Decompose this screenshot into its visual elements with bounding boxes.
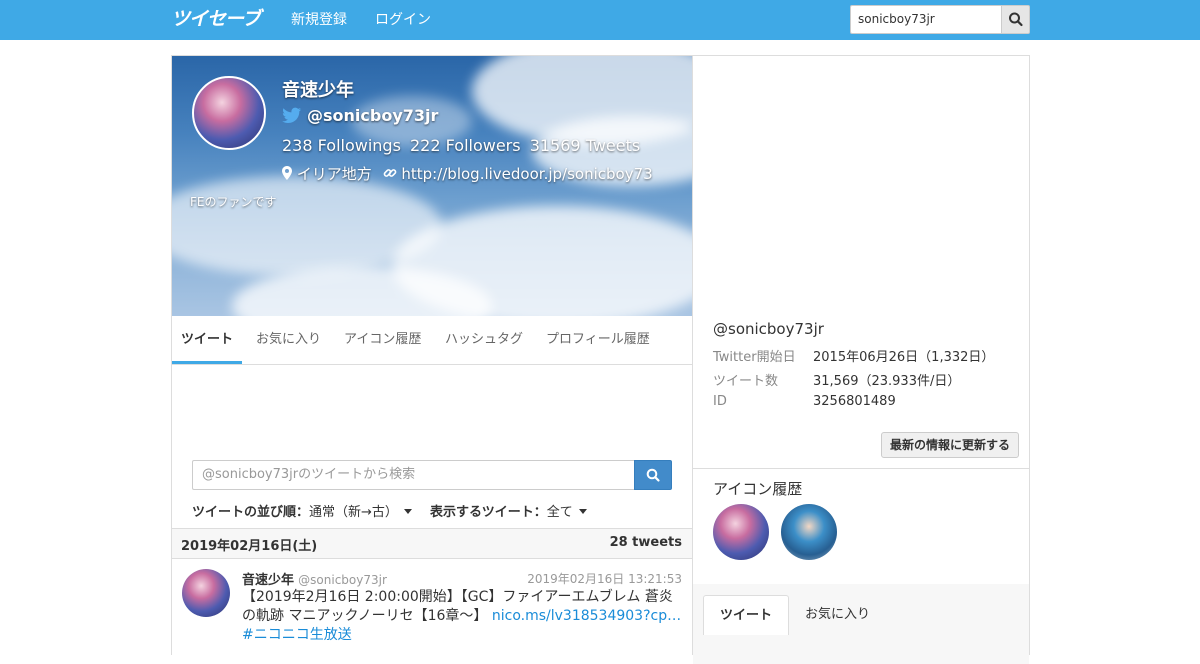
tweet-author-name[interactable]: 音速少年 <box>242 573 294 588</box>
profile-tabs: ツイート お気に入り アイコン履歴 ハッシュタグ プロフィール履歴 <box>172 316 692 365</box>
brand-logo[interactable]: ツイセーブ <box>171 6 261 32</box>
tab-profile-history[interactable]: プロフィール履歴 <box>546 316 650 364</box>
register-link[interactable]: 新規登録 <box>291 0 347 40</box>
info-value-start-date: 2015年06月26日（1,332日） <box>813 350 995 365</box>
caret-down-icon <box>404 509 413 514</box>
search-button[interactable] <box>1001 5 1030 34</box>
icon-history-avatar-1[interactable] <box>713 504 769 560</box>
tweet-timestamp[interactable]: 2019年02月16日 13:21:53 <box>527 570 682 587</box>
tab-favorites[interactable]: お気に入り <box>256 316 321 364</box>
date-group-date: 2019年02月16日(土) <box>181 539 318 554</box>
profile-handle: @sonicboy73jr <box>307 106 439 125</box>
tab-icon-history[interactable]: アイコン履歴 <box>344 316 421 364</box>
followers-count[interactable]: 222 <box>410 136 441 155</box>
profile-name: 音速少年 <box>282 80 354 101</box>
divider <box>693 468 1029 469</box>
profile-column: 音速少年 @sonicboy73jr 238 Followings 222 Fo… <box>171 55 693 655</box>
tweets-label[interactable]: Tweets <box>586 136 641 155</box>
tweet-filter-value: 全て <box>546 505 573 520</box>
info-label-id: ID <box>713 394 727 409</box>
tab-tweets[interactable]: ツイート <box>172 316 243 364</box>
sort-order-label: ツイートの並び順： <box>192 505 310 520</box>
update-info-button[interactable]: 最新の情報に更新する <box>881 432 1019 458</box>
profile-banner: 音速少年 @sonicboy73jr 238 Followings 222 Fo… <box>172 56 692 316</box>
login-link[interactable]: ログイン <box>375 0 431 40</box>
profile-avatar[interactable] <box>192 76 266 150</box>
icon-history-title: アイコン履歴 <box>713 480 803 498</box>
tweet-avatar[interactable] <box>182 569 230 617</box>
twitter-bird-icon <box>282 107 302 123</box>
link-icon <box>383 169 396 177</box>
sort-order-value: 通常（新→古） <box>309 505 398 520</box>
tweet-filter-dropdown[interactable]: 表示するツイート：全て <box>430 501 587 520</box>
tweet-author-handle[interactable]: @sonicboy73jr <box>298 573 387 587</box>
search-input[interactable]: sonicboy73jr <box>850 5 1002 34</box>
tweet-search-button[interactable] <box>634 460 672 490</box>
info-value-id: 3256801489 <box>813 394 896 409</box>
search-icon <box>646 468 660 482</box>
right-tab-tweets[interactable]: ツイート <box>703 595 790 635</box>
tweet-search-input[interactable]: @sonicboy73jrのツイートから検索 <box>192 460 635 490</box>
profile-bio: FEのファンです <box>190 195 277 209</box>
sort-order-dropdown[interactable]: ツイートの並び順：通常（新→古） <box>192 501 413 520</box>
info-label-start-date: Twitter開始日 <box>713 350 796 365</box>
info-value-tweet-count: 31,569（23.933件/日） <box>813 374 961 389</box>
stats-row: 238 Followings 222 Followers 31569 Tweet… <box>282 136 640 155</box>
tweet-header: 音速少年 @sonicboy73jr <box>242 569 387 588</box>
account-info-panel: @sonicboy73jr Twitter開始日 2015年06月26日（1,3… <box>692 55 1030 664</box>
tweet-hashtag[interactable]: #ニコニコ生放送 <box>242 627 352 643</box>
tweet-body: 【2019年2月16日 2:00:00開始】【GC】ファイアーエムブレム 蒼炎の… <box>242 588 684 645</box>
right-tab-favorites[interactable]: お気に入り <box>789 595 886 635</box>
meta-row: イリア地方 http://blog.livedoor.jp/sonicboy73 <box>282 163 653 184</box>
account-handle: @sonicboy73jr <box>713 320 824 338</box>
navbar: ツイセーブ 新規登録 ログイン sonicboy73jr <box>0 0 1200 40</box>
date-group-header: 2019年02月16日(土) 28 tweets <box>172 528 692 559</box>
tweet-link[interactable]: nico.ms/lv318534903?cp… <box>492 608 681 624</box>
icon-history-avatar-2[interactable] <box>781 504 837 560</box>
tweet-filter-label: 表示するツイート： <box>430 505 547 520</box>
tab-hashtags[interactable]: ハッシュタグ <box>445 316 523 364</box>
location-pin-icon <box>282 166 292 180</box>
followers-label[interactable]: Followers <box>446 136 521 155</box>
profile-url[interactable]: http://blog.livedoor.jp/sonicboy73 <box>401 165 652 183</box>
date-group-count: 28 tweets <box>609 535 682 550</box>
caret-down-icon <box>578 509 587 514</box>
search-icon <box>1009 12 1023 27</box>
tweets-count[interactable]: 31569 <box>530 136 581 155</box>
followings-count[interactable]: 238 <box>282 136 313 155</box>
info-label-tweet-count: ツイート数 <box>713 374 779 389</box>
profile-location: イリア地方 <box>296 165 372 183</box>
followings-label[interactable]: Followings <box>318 136 401 155</box>
